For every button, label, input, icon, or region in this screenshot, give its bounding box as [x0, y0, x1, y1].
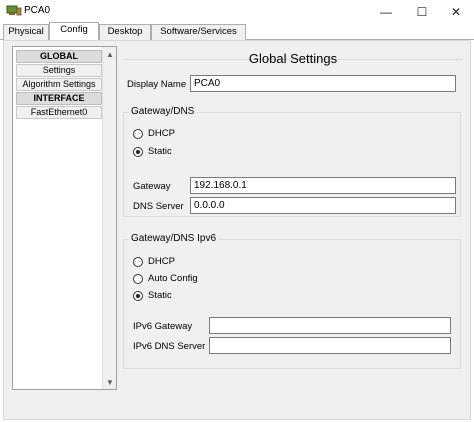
pc-icon: [6, 5, 22, 16]
scroll-down-icon[interactable]: ▼: [103, 375, 117, 389]
radio-checked-icon[interactable]: [133, 146, 143, 157]
display-name-label: Display Name: [127, 79, 187, 90]
ipv6-static-label: Static: [148, 290, 172, 301]
ipv6-dns-server-field[interactable]: [209, 337, 451, 354]
gateway-dhcp-radio[interactable]: DHCP: [133, 128, 175, 139]
ipv6-dhcp-radio[interactable]: DHCP: [133, 256, 175, 267]
gateway-static-label: Static: [148, 146, 172, 157]
ipv6-auto-config-radio[interactable]: Auto Config: [133, 273, 198, 284]
dns-server-label: DNS Server: [133, 201, 184, 212]
sidebar-header-global: GLOBAL: [16, 50, 102, 63]
radio-checked-icon[interactable]: [133, 290, 143, 301]
sidebar-header-interface: INTERFACE: [16, 92, 102, 105]
ipv6-gateway-label: IPv6 Gateway: [133, 321, 193, 332]
tab-desktop[interactable]: Desktop: [99, 24, 151, 40]
ipv6-dhcp-label: DHCP: [148, 256, 175, 267]
sidebar-item-settings[interactable]: Settings: [16, 64, 102, 77]
tab-physical[interactable]: Physical: [3, 24, 49, 40]
config-panel: GLOBAL Settings Algorithm Settings INTER…: [3, 40, 471, 420]
radio-unchecked-icon[interactable]: [133, 128, 143, 139]
gateway-dns-ipv6-title: Gateway/DNS Ipv6: [129, 233, 219, 244]
radio-unchecked-icon[interactable]: [133, 256, 143, 267]
ipv6-dns-server-label: IPv6 DNS Server: [133, 341, 206, 352]
gateway-dns-title: Gateway/DNS: [129, 106, 197, 117]
title-bar: PCA0 — ☐ ✕: [0, 0, 474, 23]
sidebar-item-algorithm-settings[interactable]: Algorithm Settings: [16, 78, 102, 91]
dns-server-field[interactable]: 0.0.0.0: [190, 197, 456, 214]
scroll-up-icon[interactable]: ▲: [103, 47, 117, 61]
minimize-button[interactable]: —: [366, 0, 406, 23]
ipv6-gateway-field[interactable]: [209, 317, 451, 334]
config-sidebar: GLOBAL Settings Algorithm Settings INTER…: [12, 46, 117, 390]
ipv6-auto-config-label: Auto Config: [148, 273, 198, 284]
tab-software-services[interactable]: Software/Services: [151, 24, 246, 40]
gateway-label: Gateway: [133, 181, 171, 192]
sidebar-scrollbar[interactable]: ▲ ▼: [102, 47, 116, 389]
window-title: PCA0: [24, 5, 51, 16]
gateway-static-radio[interactable]: Static: [133, 146, 172, 157]
display-name-field[interactable]: PCA0: [190, 75, 456, 92]
tab-config[interactable]: Config: [49, 22, 99, 41]
close-button[interactable]: ✕: [436, 0, 474, 23]
radio-unchecked-icon[interactable]: [133, 273, 143, 284]
page-title: Global Settings: [248, 51, 338, 66]
tab-bar: Physical Config Desktop Software/Service…: [0, 22, 474, 41]
global-settings-content: Global Settings Display Name PCA0 Gatewa…: [123, 46, 467, 416]
sidebar-item-fastethernet0[interactable]: FastEthernet0: [16, 106, 102, 119]
ipv6-static-radio[interactable]: Static: [133, 290, 172, 301]
gateway-field[interactable]: 192.168.0.1: [190, 177, 456, 194]
gateway-dhcp-label: DHCP: [148, 128, 175, 139]
